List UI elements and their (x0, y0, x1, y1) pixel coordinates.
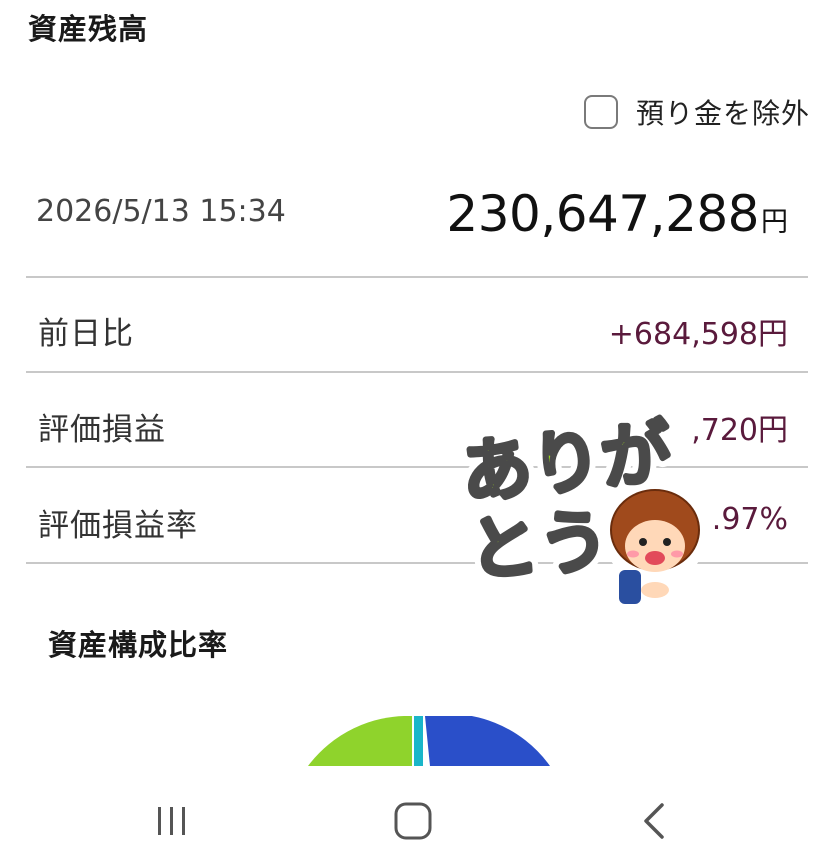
checkbox-icon[interactable] (583, 95, 618, 129)
composition-title: 資産構成比率 (48, 628, 229, 662)
back-icon (644, 803, 664, 839)
total-balance-unit: 円 (761, 207, 788, 238)
recent-apps-button[interactable] (142, 796, 202, 846)
unrealized-pl-rate-value: .97% (711, 502, 788, 537)
divider (26, 276, 808, 278)
day-change-label: 前日比 (38, 316, 134, 352)
divider (26, 371, 808, 373)
bowing-character-icon (605, 489, 705, 604)
page-title: 資産残高 (28, 12, 149, 46)
thank-you-sticker: ありが ありが とう とう (455, 403, 705, 604)
pie-slice-blue (425, 716, 550, 766)
system-navigation-bar (0, 770, 832, 868)
pie-slice-green (308, 716, 412, 766)
pie-slice-cyan (414, 716, 423, 766)
timestamp: 2026/5/13 15:34 (36, 194, 286, 229)
home-button[interactable] (383, 796, 443, 846)
total-balance-value: 230,647,288 (446, 185, 759, 243)
home-icon (394, 802, 432, 840)
exclude-deposit-checkbox[interactable]: 預り金を除外 (583, 92, 810, 132)
back-button[interactable] (624, 796, 684, 846)
day-change-value: +684,598円 (608, 317, 788, 352)
total-balance: 230,647,288 円 (446, 185, 788, 243)
composition-pie-chart (308, 716, 550, 766)
unrealized-pl-rate-label: 評価損益率 (38, 508, 198, 544)
recent-apps-icon (158, 807, 185, 835)
sticker-line2: とう (466, 500, 611, 592)
exclude-deposit-label: 預り金を除外 (635, 97, 810, 130)
unrealized-pl-label: 評価損益 (38, 412, 166, 448)
